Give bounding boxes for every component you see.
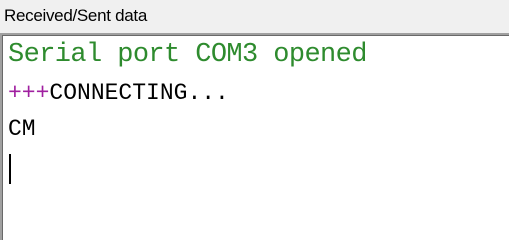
log-line: +++CONNECTING... <box>8 76 229 110</box>
log-line-text: Serial port COM3 opened <box>8 40 367 70</box>
log-line-text: CONNECTING... <box>49 80 229 106</box>
groupbox-label: Received/Sent data <box>4 6 147 25</box>
log-line: CM <box>8 112 36 146</box>
log-line: Serial port COM3 opened <box>8 38 367 72</box>
received-sent-data-panel: Received/Sent data Serial port COM3 open… <box>0 0 509 240</box>
terminal-frame: Serial port COM3 opened +++CONNECTING...… <box>2 35 509 240</box>
log-line-prefix: +++ <box>8 80 50 106</box>
received-sent-textarea[interactable]: Serial port COM3 opened +++CONNECTING...… <box>0 33 509 240</box>
log-line-text: CM <box>8 116 36 142</box>
text-caret <box>9 154 11 184</box>
